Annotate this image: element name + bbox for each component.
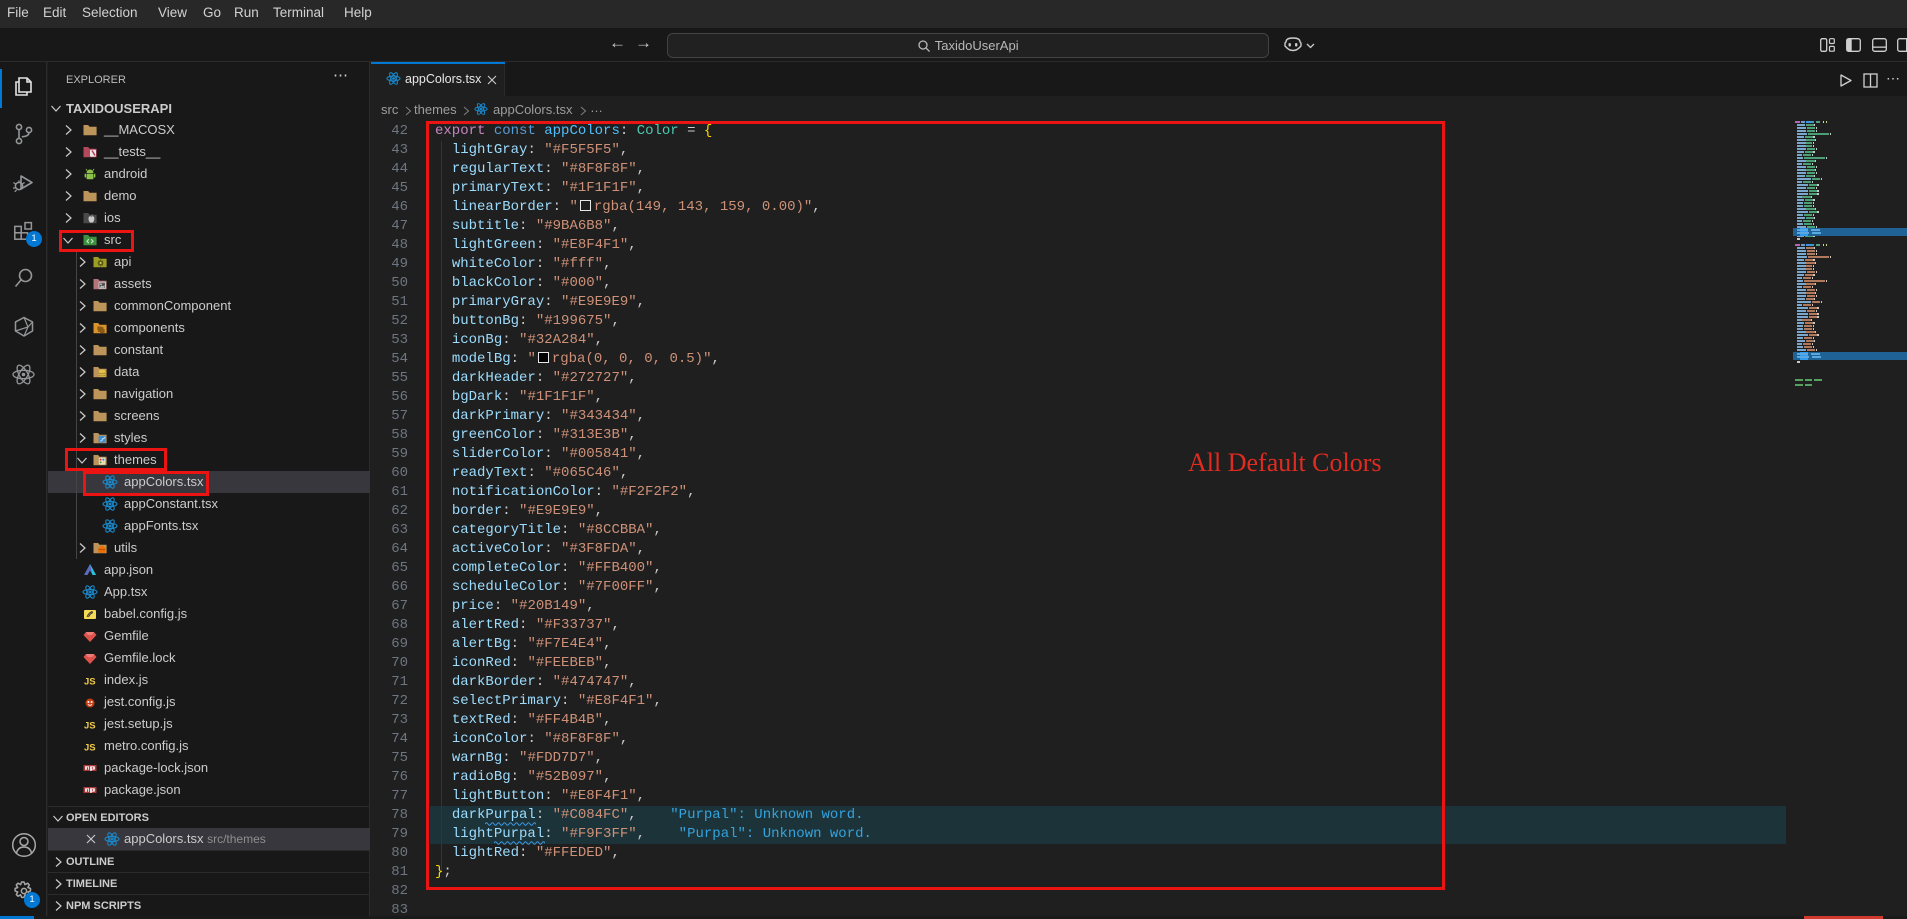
- svg-text:JS: JS: [84, 677, 96, 688]
- svg-text:JS: JS: [84, 721, 96, 732]
- svg-text:JS: JS: [84, 743, 96, 754]
